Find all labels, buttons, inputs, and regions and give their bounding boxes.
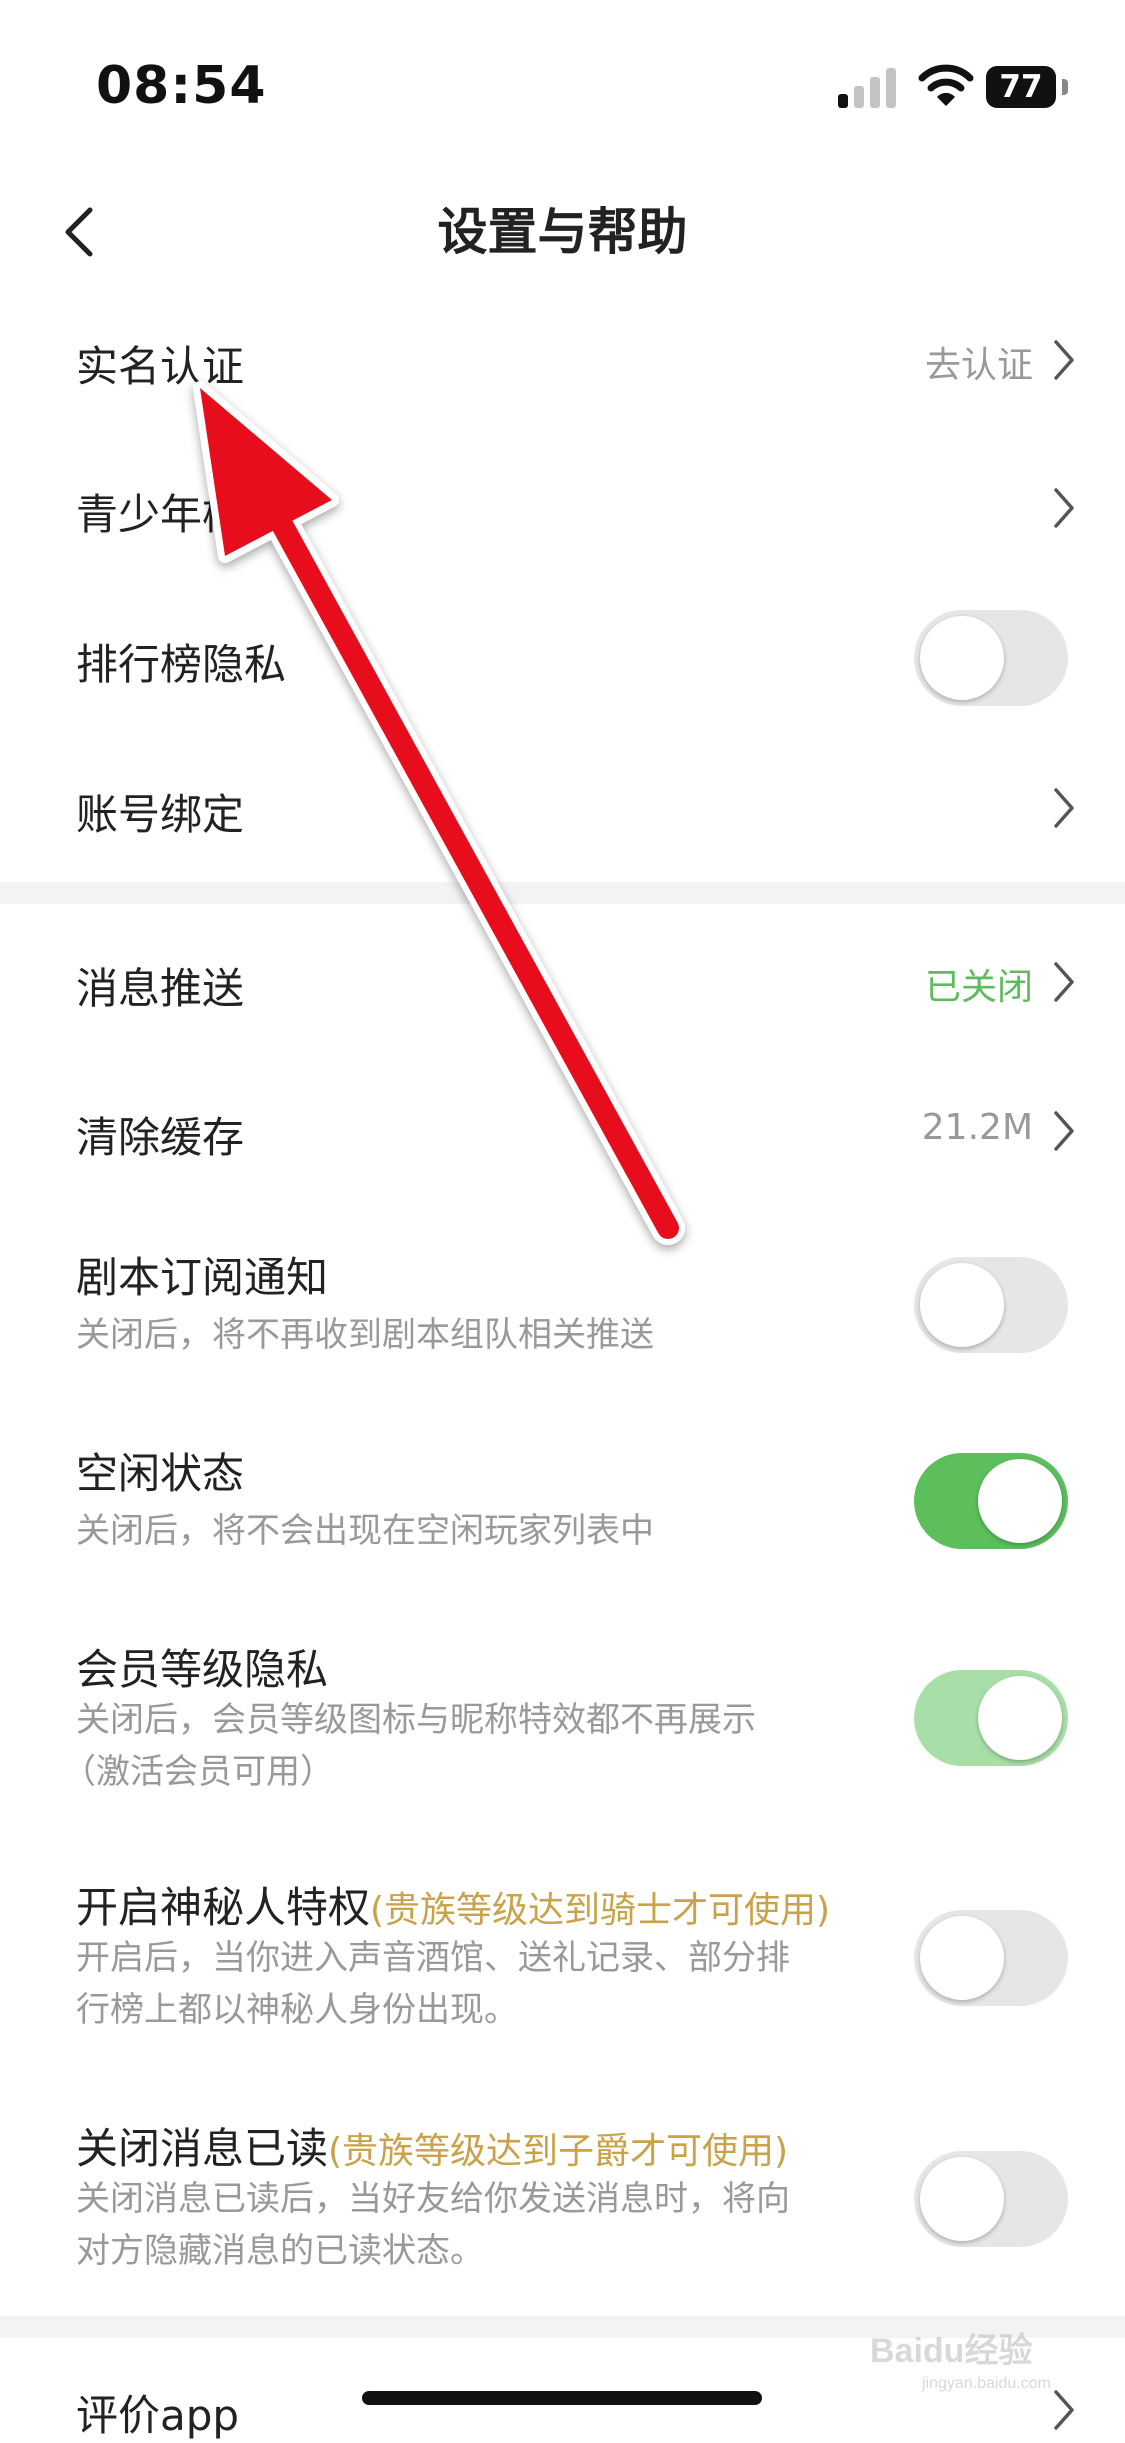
ranking-privacy-toggle[interactable] <box>914 610 1068 706</box>
settings-row-hide-read-receipts: 关闭消息已读(贵族等级达到子爵才可使用) 关闭消息已读后，当好友给你发送消息时，… <box>0 2115 1125 2295</box>
watermark-text: Baidu经验 <box>870 2331 1032 2370</box>
settings-row-account-binding[interactable]: 账号绑定 <box>0 748 1125 868</box>
home-indicator[interactable] <box>362 2391 762 2405</box>
row-label: 剧本订阅通知 <box>76 1253 329 1302</box>
row-value: 去认证 <box>924 345 1033 386</box>
row-label: 评价app <box>76 2391 240 2440</box>
row-label: 排行榜隐私 <box>76 640 287 689</box>
row-label-text: 关闭消息已读 <box>76 2124 329 2173</box>
level-requirement-note: (贵族等级达到骑士才可使用) <box>370 1890 831 1931</box>
settings-row-ranking-privacy: 排行榜隐私 <box>0 598 1125 718</box>
settings-row-push-notifications[interactable]: 消息推送 已关闭 <box>0 922 1125 1042</box>
row-label: 会员等级隐私 <box>76 1645 329 1694</box>
row-description-line-1: 关闭消息已读后，当好友给你发送消息时，将向 <box>76 2179 790 2219</box>
idle-status-toggle[interactable] <box>914 1453 1068 1549</box>
status-bar: 08:54 77 <box>0 0 1125 170</box>
nav-bar: 设置与帮助 <box>0 170 1125 300</box>
settings-row-real-name[interactable]: 实名认证 去认证 <box>0 300 1125 420</box>
row-value: 已关闭 <box>924 967 1033 1008</box>
settings-row-script-subscription: 剧本订阅通知 关闭后，将不再收到剧本组队相关推送 <box>0 1230 1125 1380</box>
row-description: 关闭后，将不再收到剧本组队相关推送 <box>76 1315 654 1355</box>
row-label: 账号绑定 <box>76 790 245 839</box>
status-time: 08:54 <box>96 56 267 116</box>
row-label: 清除缓存 <box>76 1113 245 1162</box>
hide-read-receipts-toggle[interactable] <box>914 2151 1068 2247</box>
chevron-right-icon <box>1054 962 1074 1002</box>
row-label: 关闭消息已读(贵族等级达到子爵才可使用) <box>76 2115 788 2176</box>
chevron-right-icon <box>1054 340 1074 380</box>
chevron-right-icon <box>1054 1111 1074 1151</box>
battery-icon: 77 <box>986 66 1068 108</box>
chevron-right-icon <box>1054 788 1074 828</box>
section-divider <box>0 882 1125 904</box>
member-level-privacy-toggle[interactable] <box>914 1670 1068 1766</box>
settings-row-member-level-privacy: 会员等级隐私 关闭后，会员等级图标与昵称特效都不再展示 （激活会员可用） <box>0 1636 1125 1816</box>
settings-row-teen-mode[interactable]: 青少年模式 <box>0 448 1125 568</box>
row-label-text: 开启神秘人特权 <box>76 1883 371 1932</box>
row-description-line-2: （激活会员可用） <box>62 1752 334 1792</box>
row-description: 关闭后，将不会出现在空闲玩家列表中 <box>76 1511 654 1551</box>
row-description-line-1: 开启后，当你进入声音酒馆、送礼记录、部分排 <box>76 1938 790 1978</box>
row-description-line-2: 行榜上都以神秘人身份出现。 <box>76 1990 518 2030</box>
row-description-line-2: 对方隐藏消息的已读状态。 <box>76 2231 484 2271</box>
battery-level: 77 <box>986 66 1056 108</box>
settings-row-clear-cache[interactable]: 清除缓存 21.2M <box>0 1071 1125 1191</box>
row-label: 实名认证 <box>76 342 245 391</box>
cellular-signal-icon <box>838 68 896 108</box>
script-subscription-toggle[interactable] <box>914 1257 1068 1353</box>
settings-row-mystery-privilege: 开启神秘人特权(贵族等级达到骑士才可使用) 开启后，当你进入声音酒馆、送礼记录、… <box>0 1874 1125 2054</box>
row-description-line-1: 关闭后，会员等级图标与昵称特效都不再展示 <box>76 1700 756 1740</box>
row-label: 青少年模式 <box>76 490 287 539</box>
level-requirement-note: (贵族等级达到子爵才可使用) <box>328 2131 789 2172</box>
row-label: 消息推送 <box>76 964 245 1013</box>
row-label: 空闲状态 <box>76 1449 245 1498</box>
baidu-jingyan-watermark: Baidu经验 jingyan.baidu.com <box>870 2331 1051 2392</box>
settings-row-idle-status: 空闲状态 关闭后，将不会出现在空闲玩家列表中 <box>0 1426 1125 1576</box>
mystery-privilege-toggle[interactable] <box>914 1910 1068 2006</box>
row-label: 开启神秘人特权(贵族等级达到骑士才可使用) <box>76 1874 830 1935</box>
chevron-right-icon <box>1054 488 1074 528</box>
row-value: 21.2M <box>921 1107 1033 1148</box>
watermark-subtext: jingyan.baidu.com <box>921 2375 1051 2392</box>
page-title: 设置与帮助 <box>437 203 688 261</box>
wifi-icon <box>918 64 974 106</box>
